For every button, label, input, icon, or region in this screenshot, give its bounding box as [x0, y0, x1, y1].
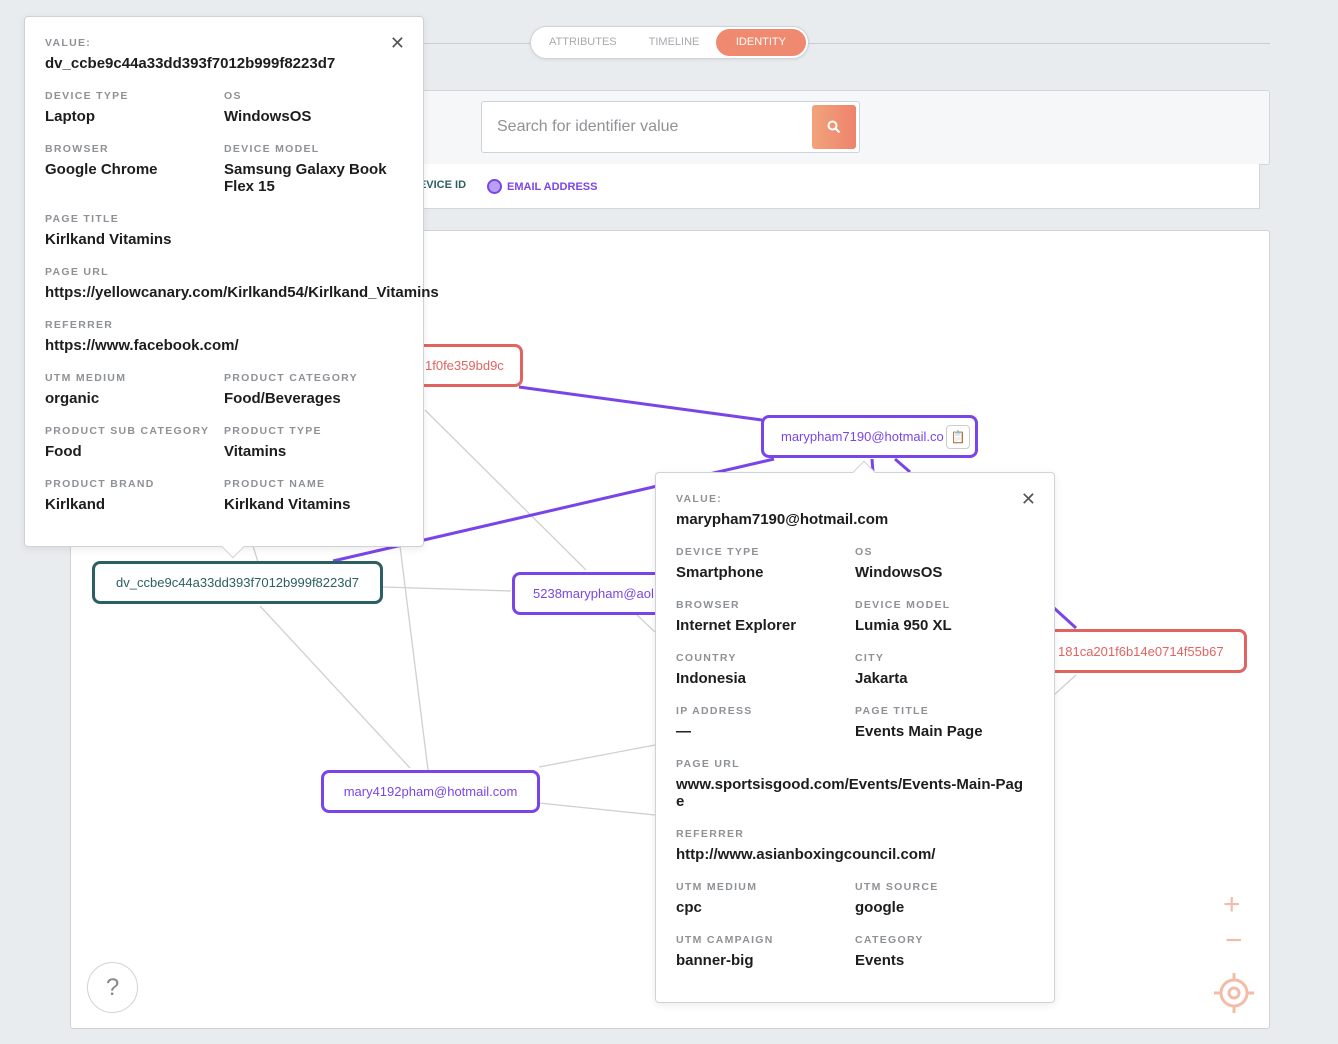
field-value: Smartphone — [676, 564, 764, 581]
edge — [1052, 606, 1078, 630]
field-label: OS — [224, 90, 242, 102]
field-label: DEVICE TYPE — [45, 90, 129, 102]
field-value: dv_ccbe9c44a33dd393f7012b999f8223d7 — [45, 55, 336, 72]
field-label: DEVICE TYPE — [676, 546, 760, 558]
field-value: Samsung Galaxy Book Flex 15 — [224, 161, 387, 195]
graph-node-email[interactable]: 5238marypham@aol — [512, 572, 672, 615]
field-value: Food/Beverages — [224, 390, 341, 407]
field-label: REFERRER — [676, 828, 745, 840]
field-value: google — [855, 899, 905, 916]
field-value: Events Main Page — [855, 723, 983, 740]
field-value: www.sportsisgood.com/Events/Events-Main-… — [676, 776, 1024, 810]
copy-icon[interactable]: 📋 — [946, 425, 970, 449]
field-label: PAGE TITLE — [45, 213, 120, 225]
field-value: Events — [855, 952, 905, 969]
field-value: banner-big — [676, 952, 754, 969]
field-label: UTM SOURCE — [855, 881, 939, 893]
node-label: dv_ccbe9c44a33dd393f7012b999f8223d7 — [116, 575, 359, 590]
field-value: Internet Explorer — [676, 617, 797, 634]
edge — [538, 744, 656, 768]
close-icon[interactable]: ✕ — [390, 33, 405, 54]
edge — [252, 545, 259, 563]
node-label: 181ca201f6b14e0714f55b67 — [1058, 643, 1224, 659]
field-label: PAGE URL — [676, 758, 740, 770]
edge — [636, 614, 656, 633]
help-button[interactable]: ? — [87, 962, 138, 1013]
field-label: PRODUCT NAME — [224, 478, 326, 490]
field-label: UTM MEDIUM — [676, 881, 758, 893]
field-label: REFERRER — [45, 319, 114, 331]
field-label: VALUE: — [676, 493, 723, 505]
edge — [259, 605, 411, 769]
edge — [1053, 674, 1077, 696]
edge — [538, 802, 656, 816]
field-label: PRODUCT TYPE — [224, 425, 322, 437]
edge — [399, 545, 429, 771]
node-label: marypham7190@hotmail.co — [781, 429, 944, 444]
recenter-icon[interactable] — [1213, 972, 1255, 1014]
field-value: Laptop — [45, 108, 95, 125]
field-label: PRODUCT CATEGORY — [224, 372, 358, 384]
field-value: — — [676, 723, 691, 740]
email-detail-popover: ✕ VALUE: marypham7190@hotmail.com DEVICE… — [655, 460, 1055, 1003]
graph-node-email[interactable]: mary4192pham@hotmail.com — [321, 770, 540, 813]
node-label: 5238marypham@aol — [533, 586, 654, 601]
zoom-in-button[interactable]: + — [1223, 890, 1241, 920]
zoom-out-button[interactable]: − — [1225, 926, 1243, 956]
edge — [424, 409, 587, 571]
graph-node-email[interactable]: marypham7190@hotmail.co 📋 — [761, 415, 978, 458]
field-value: Vitamins — [224, 443, 287, 460]
field-value: Google Chrome — [45, 161, 158, 178]
field-label: UTM CAMPAIGN — [676, 934, 774, 946]
node-label: 1f0fe359bd9c — [425, 358, 504, 373]
edge — [894, 457, 911, 474]
edge — [382, 586, 512, 592]
field-value: https://www.facebook.com/ — [45, 337, 239, 354]
field-value: organic — [45, 390, 100, 407]
field-label: DEVICE MODEL — [855, 599, 951, 611]
field-label: CATEGORY — [855, 934, 924, 946]
field-value: Lumia 950 XL — [855, 617, 952, 634]
field-label: PAGE URL — [45, 266, 109, 278]
node-label: mary4192pham@hotmail.com — [343, 784, 518, 799]
field-value: WindowsOS — [224, 108, 312, 125]
field-value: Kirlkand — [45, 496, 106, 513]
field-value: WindowsOS — [855, 564, 943, 581]
field-label: BROWSER — [45, 143, 109, 155]
field-label: PRODUCT BRAND — [45, 478, 155, 490]
field-value: https://yellowcanary.com/Kirlkand54/Kirl… — [45, 284, 439, 301]
field-value: Food — [45, 443, 82, 460]
field-label: CITY — [855, 652, 885, 664]
field-value: Kirlkand Vitamins — [45, 231, 172, 248]
graph-node-device-id[interactable]: dv_ccbe9c44a33dd393f7012b999f8223d7 — [92, 561, 383, 604]
field-value: Jakarta — [855, 670, 908, 687]
field-value: http://www.asianboxingcouncil.com/ — [676, 846, 936, 863]
device-detail-popover: ✕ VALUE: dv_ccbe9c44a33dd393f7012b999f82… — [24, 16, 439, 559]
help-icon: ? — [105, 973, 120, 1001]
field-value: marypham7190@hotmail.com — [676, 511, 889, 528]
field-label: OS — [855, 546, 873, 558]
close-icon[interactable]: ✕ — [1021, 489, 1036, 510]
field-value: cpc — [676, 899, 702, 916]
field-label: PRODUCT SUB CATEGORY — [45, 425, 210, 437]
field-label: IP ADDRESS — [676, 705, 753, 717]
field-label: BROWSER — [676, 599, 740, 611]
field-label: PAGE TITLE — [855, 705, 930, 717]
field-value: Indonesia — [676, 670, 747, 687]
field-value: Kirlkand Vitamins — [224, 496, 351, 513]
field-label: VALUE: — [45, 37, 92, 49]
field-label: COUNTRY — [676, 652, 737, 664]
graph-node-device[interactable]: 181ca201f6b14e0714f55b67 — [1030, 629, 1247, 673]
edge — [518, 385, 763, 422]
field-label: UTM MEDIUM — [45, 372, 127, 384]
field-label: DEVICE MODEL — [224, 143, 320, 155]
